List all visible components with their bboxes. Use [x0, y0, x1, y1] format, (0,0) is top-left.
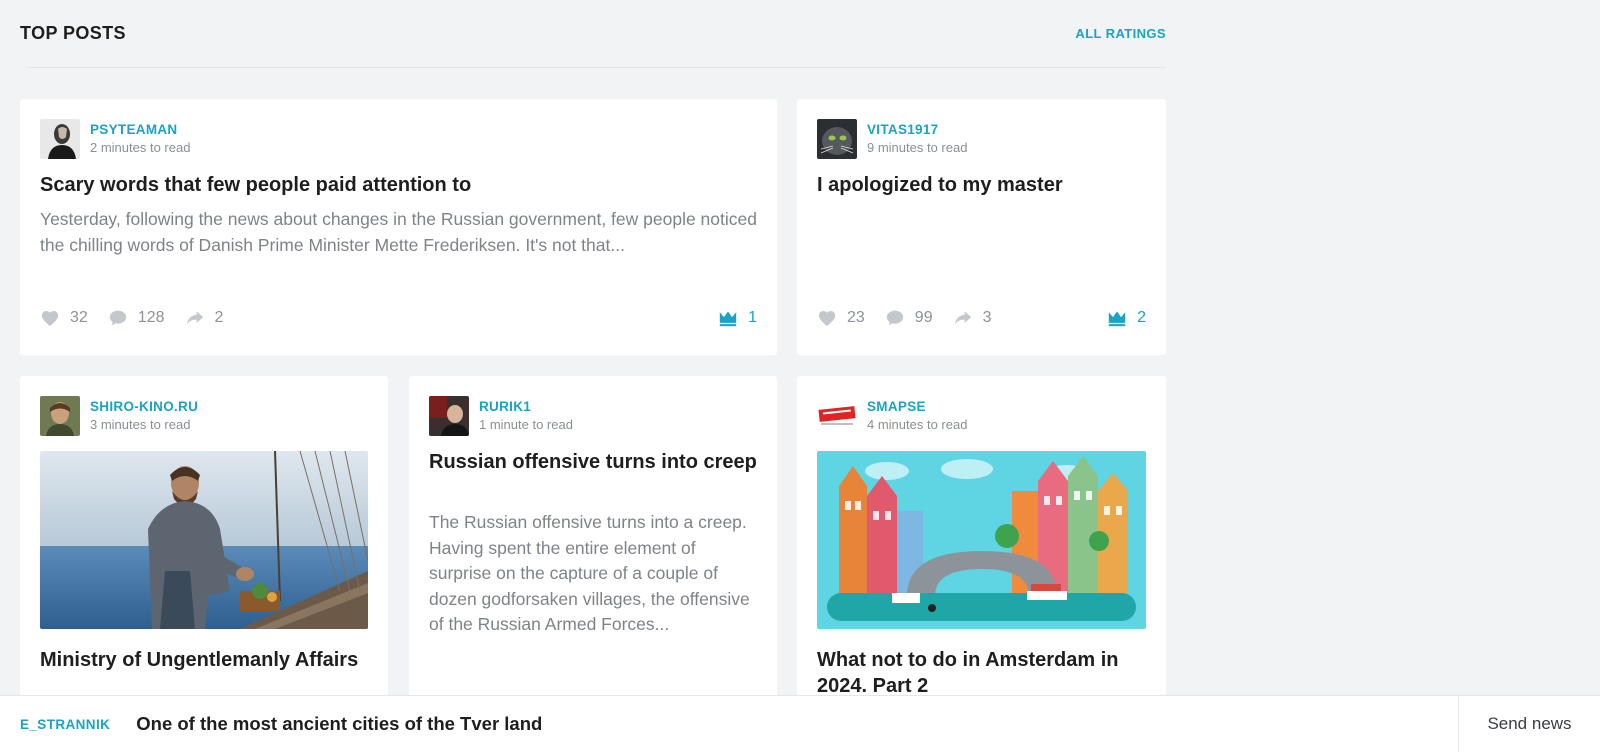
- author-name[interactable]: PSYTEAMAN: [90, 121, 190, 139]
- news-ticker-bar: E_STRANNIK One of the most ancient citie…: [0, 695, 1600, 752]
- crown-icon: [719, 311, 737, 327]
- read-time: 2 minutes to read: [90, 140, 191, 155]
- author-name[interactable]: SMAPSE: [867, 398, 967, 416]
- comment-icon: [886, 310, 903, 326]
- comment-icon: [109, 310, 126, 326]
- comment-count: 128: [137, 309, 165, 326]
- header-divider: [28, 67, 1166, 68]
- post-excerpt[interactable]: Yesterday, following the news about chan…: [40, 207, 757, 258]
- crown-icon: [1108, 311, 1126, 327]
- author-name[interactable]: RURIK1: [479, 398, 573, 416]
- share-count: 2: [214, 309, 224, 326]
- heart-icon: [41, 311, 59, 327]
- all-ratings-link[interactable]: ALL RATINGS: [1075, 26, 1166, 41]
- news-headline[interactable]: One of the most ancient cities of the Tv…: [136, 713, 542, 735]
- post-author: SMAPSE 4 minutes to read: [817, 396, 967, 436]
- send-news-button[interactable]: Send news: [1458, 696, 1600, 752]
- like-button[interactable]: 23: [817, 309, 865, 327]
- author-name[interactable]: SHIRO-KINO.RU: [90, 398, 198, 416]
- post-image[interactable]: [40, 451, 368, 629]
- post-rating[interactable]: 1: [718, 309, 757, 327]
- comment-count: 99: [914, 309, 933, 326]
- section-header: TOP POSTS ALL RATINGS: [20, 20, 1166, 46]
- rating-value: 2: [1137, 309, 1146, 326]
- like-count: 23: [847, 309, 865, 326]
- post-card[interactable]: PSYTEAMAN 2 minutes to read Scary words …: [20, 99, 777, 355]
- post-title[interactable]: I apologized to my master: [817, 172, 1146, 198]
- post-card[interactable]: VITAS1917 9 minutes to read I apologized…: [797, 99, 1166, 355]
- post-card[interactable]: SHIRO-KINO.RU 3 minutes to read Ministry…: [20, 376, 388, 706]
- post-stats: 23 99 3 2: [817, 305, 1146, 331]
- post-card[interactable]: SMAPSE 4 minutes to read What not to do …: [797, 376, 1166, 706]
- share-button[interactable]: 3: [953, 309, 992, 327]
- post-card[interactable]: RURIK1 1 minute to read Russian offensiv…: [409, 376, 777, 706]
- author-avatar[interactable]: [429, 396, 469, 436]
- author-name[interactable]: VITAS1917: [867, 121, 967, 139]
- post-author: PSYTEAMAN 2 minutes to read: [40, 119, 190, 159]
- read-time: 4 minutes to read: [867, 417, 968, 432]
- comment-button[interactable]: 128: [108, 309, 165, 327]
- post-title[interactable]: Ministry of Ungentlemanly Affairs: [40, 647, 368, 673]
- post-title[interactable]: Russian offensive turns into creep: [429, 449, 757, 475]
- read-time: 3 minutes to read: [90, 417, 191, 432]
- post-author: SHIRO-KINO.RU 3 minutes to read: [40, 396, 198, 436]
- like-button[interactable]: 32: [40, 309, 88, 327]
- author-avatar[interactable]: [817, 396, 857, 436]
- post-title[interactable]: Scary words that few people paid attenti…: [40, 172, 757, 198]
- section-title: TOP POSTS: [20, 22, 126, 43]
- post-stats: 32 128 2 1: [40, 305, 757, 331]
- post-author: RURIK1 1 minute to read: [429, 396, 573, 436]
- post-author: VITAS1917 9 minutes to read: [817, 119, 967, 159]
- share-icon: [954, 311, 971, 325]
- share-count: 3: [982, 309, 992, 326]
- post-title[interactable]: What not to do in Amsterdam in 2024. Par…: [817, 647, 1146, 699]
- rating-value: 1: [748, 309, 757, 326]
- post-image[interactable]: [817, 451, 1146, 629]
- read-time: 1 minute to read: [479, 417, 573, 432]
- comment-button[interactable]: 99: [885, 309, 933, 327]
- read-time: 9 minutes to read: [867, 140, 968, 155]
- post-excerpt[interactable]: The Russian offensive turns into a creep…: [429, 510, 757, 638]
- share-button[interactable]: 2: [185, 309, 224, 327]
- author-avatar[interactable]: [40, 119, 80, 159]
- post-rating[interactable]: 2: [1107, 309, 1146, 327]
- share-icon: [186, 311, 203, 325]
- heart-icon: [818, 311, 836, 327]
- like-count: 32: [70, 309, 88, 326]
- news-source[interactable]: E_STRANNIK: [20, 717, 110, 732]
- author-avatar[interactable]: [817, 119, 857, 159]
- author-avatar[interactable]: [40, 396, 80, 436]
